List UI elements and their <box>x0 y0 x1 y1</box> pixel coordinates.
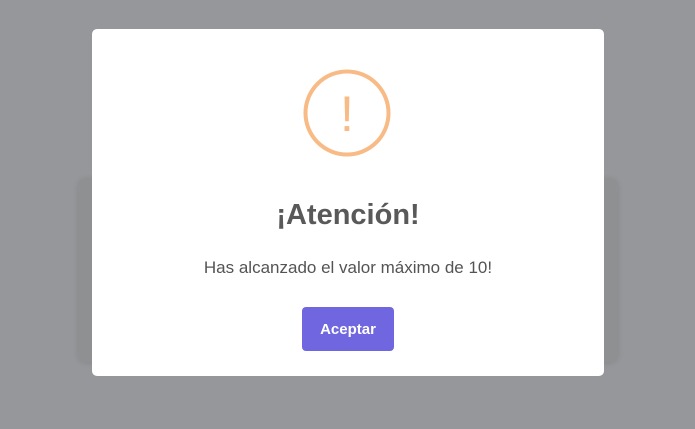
alert-dialog: ! ¡Atención! Has alcanzado el valor máxi… <box>92 29 604 376</box>
modal-backdrop[interactable]: ! ¡Atención! Has alcanzado el valor máxi… <box>0 0 695 429</box>
warning-icon-symbol: ! <box>340 86 354 142</box>
accept-button[interactable]: Aceptar <box>302 307 394 351</box>
dialog-message: Has alcanzado el valor máximo de 10! <box>203 258 493 277</box>
warning-icon: ! <box>303 69 391 157</box>
dialog-title: ¡Atención! <box>276 199 420 231</box>
